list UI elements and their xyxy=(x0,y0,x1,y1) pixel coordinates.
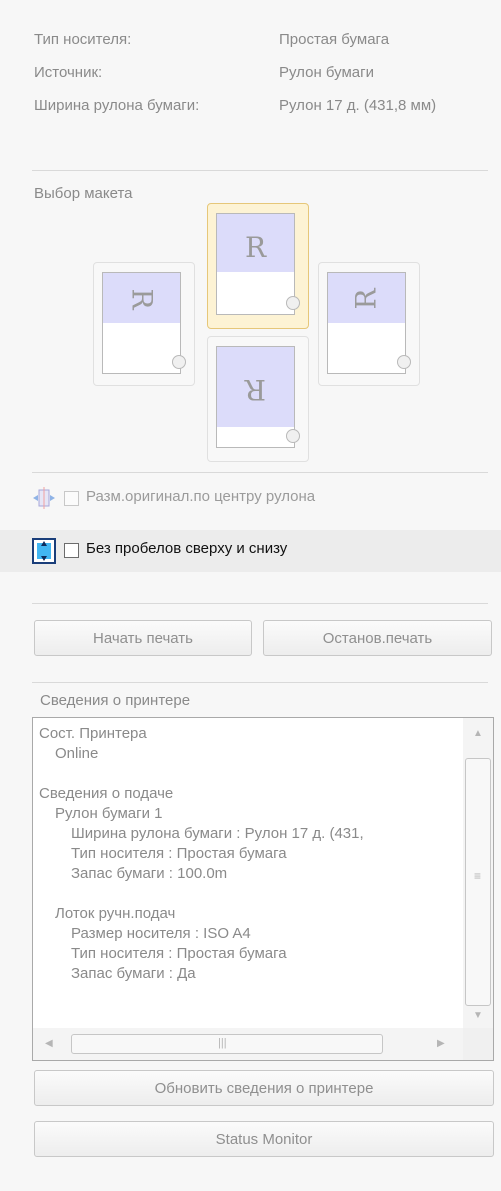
scroll-up-icon[interactable]: ▲ xyxy=(473,728,483,739)
info-line: Ширина рулона бумаги : Рулон 17 д. (431, xyxy=(71,825,364,842)
media-type-value: Простая бумага xyxy=(279,31,390,48)
layout-letter: R xyxy=(349,288,383,310)
scrollbar-corner xyxy=(463,1028,493,1060)
divider xyxy=(32,170,488,171)
start-print-button[interactable]: Начать печать xyxy=(34,620,252,656)
sheet-icon: R xyxy=(102,272,186,374)
info-line: Тип носителя : Простая бумага xyxy=(71,945,287,962)
info-line: Сведения о подаче xyxy=(39,785,174,802)
roll-width-value: Рулон 17 д. (431,8 мм) xyxy=(279,97,437,114)
media-type-row: Тип носителя: Простая бумага xyxy=(34,29,389,51)
printer-info-panel[interactable]: Сост. Принтера Online Сведения о подаче … xyxy=(32,717,494,1061)
info-line: Сост. Принтера xyxy=(39,725,147,742)
center-on-roll-label: Разм.оригинал.по центру рулона xyxy=(86,488,316,505)
scroll-left-icon[interactable]: ◀ xyxy=(45,1038,53,1049)
divider xyxy=(32,682,488,683)
roll-width-label: Ширина рулона бумаги: xyxy=(34,97,200,114)
grip-icon: ≡ xyxy=(474,869,482,883)
center-on-roll-icon xyxy=(32,486,56,510)
printer-info-text: Сост. Принтера Online Сведения о подаче … xyxy=(33,718,463,1028)
info-line: Рулон бумаги 1 xyxy=(55,805,163,822)
vertical-scrollbar[interactable]: ▲ ≡ ▼ xyxy=(463,718,493,1028)
vertical-scroll-thumb[interactable]: ≡ xyxy=(465,758,491,1006)
divider xyxy=(32,472,488,473)
scroll-down-icon[interactable]: ▼ xyxy=(473,1010,483,1021)
printer-info-label: Сведения о принтере xyxy=(40,692,191,709)
info-line: Тип носителя : Простая бумага xyxy=(71,845,287,862)
info-line: Запас бумаги : Да xyxy=(71,965,196,982)
layout-section-label: Выбор макета xyxy=(34,185,133,202)
refresh-printer-info-button[interactable]: Обновить сведения о принтере xyxy=(34,1070,494,1106)
borderless-checkbox[interactable] xyxy=(64,543,79,558)
info-line: Лоток ручн.подач xyxy=(55,905,176,922)
layout-letter: R xyxy=(244,373,267,406)
horizontal-scroll-thumb[interactable]: ||| xyxy=(71,1034,383,1054)
borderless-top-bottom-icon xyxy=(32,538,56,564)
sheet-icon: R xyxy=(216,346,300,448)
media-type-label: Тип носителя: xyxy=(34,31,132,48)
info-line: Размер носителя : ISO A4 xyxy=(71,925,251,942)
layout-option-left[interactable]: R xyxy=(93,262,195,386)
layout-option-bottom[interactable]: R xyxy=(207,336,309,462)
stop-print-button[interactable]: Останов.печать xyxy=(263,620,492,656)
grip-icon: ||| xyxy=(218,1037,227,1049)
source-label: Источник: xyxy=(34,64,103,81)
horizontal-scrollbar[interactable]: ◀ ||| ▶ xyxy=(33,1028,463,1060)
info-line: Online xyxy=(55,745,99,762)
layout-option-right[interactable]: R xyxy=(318,262,420,386)
divider xyxy=(32,603,488,604)
status-monitor-button[interactable]: Status Monitor xyxy=(34,1121,494,1157)
layout-letter: R xyxy=(125,288,159,310)
borderless-label: Без пробелов сверху и снизу xyxy=(86,540,288,557)
info-line: Запас бумаги : 100.0m xyxy=(71,865,228,882)
layout-letter: R xyxy=(244,231,267,264)
center-on-roll-checkbox[interactable] xyxy=(64,491,79,506)
source-row: Источник: Рулон бумаги xyxy=(34,62,374,84)
roll-width-row: Ширина рулона бумаги: Рулон 17 д. (431,8… xyxy=(34,95,436,117)
sheet-icon: R xyxy=(327,272,411,374)
scroll-right-icon[interactable]: ▶ xyxy=(437,1038,445,1049)
sheet-icon: R xyxy=(216,213,300,315)
layout-option-top[interactable]: R xyxy=(207,203,309,329)
source-value: Рулон бумаги xyxy=(279,64,374,81)
